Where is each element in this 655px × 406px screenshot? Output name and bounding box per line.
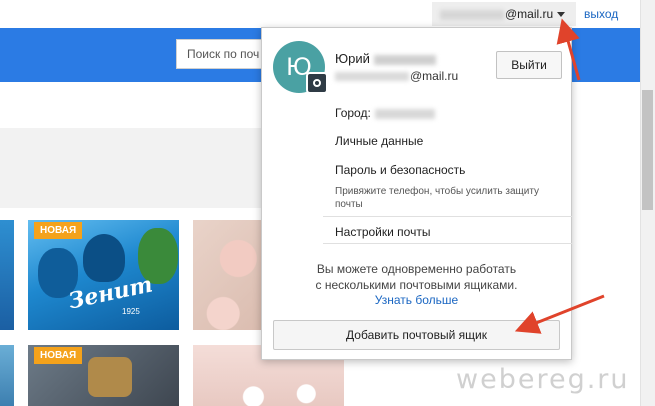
phone-hint: Привяжите телефон, чтобы усилить защиту …	[335, 186, 540, 210]
user-first-name: Юрий	[335, 51, 370, 66]
caret-down-icon	[557, 12, 566, 18]
theme-tile-robot[interactable]: НОВАЯ	[28, 345, 179, 406]
account-email-suffix: @mail.ru	[505, 7, 554, 21]
add-mailbox-button[interactable]: Добавить почтовый ящик	[273, 320, 560, 350]
personal-data-link[interactable]: Личные данные	[335, 134, 423, 148]
multi-mailbox-line: Вы можете одновременно работать	[316, 262, 517, 276]
new-badge: НОВАЯ	[34, 222, 83, 239]
logout-link[interactable]: выход	[584, 2, 618, 26]
camera-lens	[313, 79, 321, 87]
signout-button[interactable]: Выйти	[496, 51, 562, 79]
city-label: Город:	[335, 106, 371, 120]
user-name: Юрий	[335, 51, 436, 66]
robot-figure	[88, 357, 132, 397]
divider	[323, 216, 572, 217]
camera-icon[interactable]	[306, 72, 328, 94]
multi-mailbox-info: Вы можете одновременно работать с нескол…	[262, 261, 571, 293]
masked-email-login	[440, 9, 504, 20]
city-row[interactable]: Город:	[335, 106, 435, 120]
user-email-suffix: @mail.ru	[410, 69, 459, 83]
player-figure	[83, 234, 125, 282]
user-email: @mail.ru	[335, 69, 458, 83]
zenit-year: 1925	[122, 307, 140, 316]
password-security-link[interactable]: Пароль и безопасность	[335, 163, 465, 177]
masked-surname	[373, 54, 436, 65]
account-menu-trigger[interactable]: @mail.ru	[432, 2, 576, 26]
new-badge: НОВАЯ	[34, 347, 83, 364]
scrollbar-thumb[interactable]	[642, 90, 653, 210]
watermark: webereg.ru	[456, 364, 630, 395]
news-tile-partial[interactable]	[0, 345, 14, 406]
mail-settings-link[interactable]: Настройки почты	[335, 225, 430, 239]
multi-mailbox-line: с несколькими почтовыми ящиками.	[315, 278, 518, 292]
learn-more-link[interactable]: Узнать больше	[262, 293, 571, 307]
divider	[323, 243, 572, 244]
account-dropdown: Ю Юрий @mail.ru Выйти Город: Личные данн…	[261, 27, 572, 360]
news-tile-partial[interactable]	[0, 220, 14, 330]
theme-tile-zenit[interactable]: Зенит 1925 НОВАЯ	[28, 220, 179, 330]
masked-city	[374, 108, 435, 119]
masked-email-login	[335, 72, 409, 82]
